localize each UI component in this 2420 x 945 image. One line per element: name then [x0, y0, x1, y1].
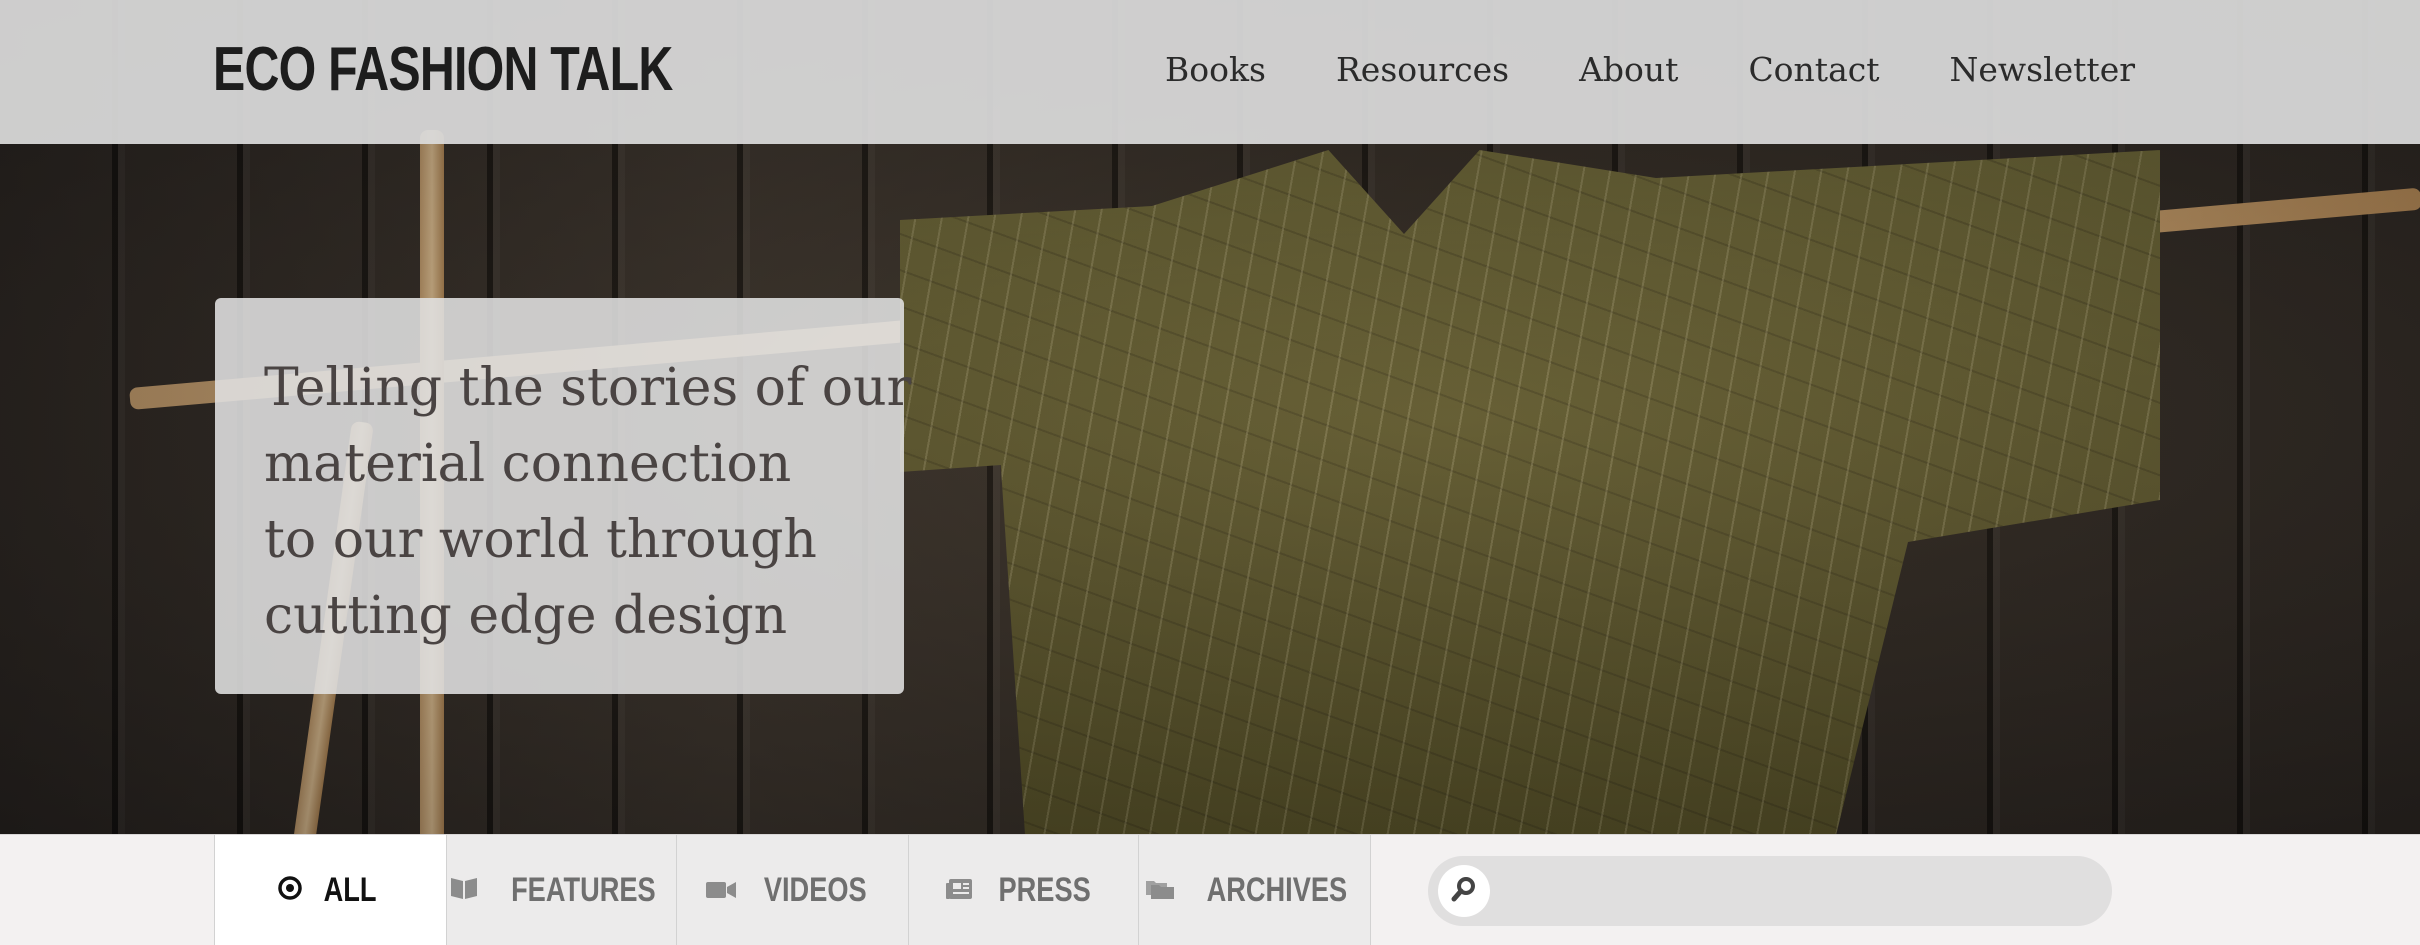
- hero-tagline: Telling the stories of our material conn…: [264, 350, 911, 654]
- nav-link-newsletter[interactable]: Newsletter: [1950, 50, 2136, 89]
- book-icon: [449, 871, 479, 910]
- search-button[interactable]: [1438, 865, 1490, 917]
- search-bar: [1428, 856, 2112, 926]
- nav-link-books[interactable]: Books: [1165, 50, 1266, 89]
- tab-all[interactable]: ALL: [214, 835, 447, 945]
- tab-features[interactable]: FEATURES: [447, 835, 677, 945]
- tagline-line: Telling the stories of our: [264, 358, 912, 418]
- main-nav: Books Resources About Contact Newsletter: [1165, 50, 2135, 89]
- tagline-line: cutting edge design: [264, 586, 788, 646]
- hero-tagline-box: Telling the stories of our material conn…: [215, 298, 911, 694]
- tab-label: ALL: [324, 870, 377, 909]
- folders-icon: [1145, 871, 1175, 910]
- tagline-line: to our world through: [264, 510, 817, 570]
- site-header: ECO FASHION TALK Books Resources About C…: [0, 0, 2420, 144]
- target-icon: [277, 871, 303, 910]
- search-icon: [1450, 875, 1478, 907]
- tab-press[interactable]: PRESS: [909, 835, 1139, 945]
- search-input[interactable]: [1508, 866, 2092, 918]
- tagline-line: material connection: [264, 434, 792, 494]
- video-camera-icon: [705, 871, 737, 910]
- nav-link-resources[interactable]: Resources: [1336, 50, 1509, 89]
- tab-label: ARCHIVES: [1206, 870, 1347, 909]
- nav-link-about[interactable]: About: [1579, 50, 1678, 89]
- tab-label: PRESS: [998, 870, 1091, 909]
- tab-label: FEATURES: [511, 870, 656, 909]
- tab-videos[interactable]: VIDEOS: [677, 835, 909, 945]
- newspaper-icon: [945, 871, 973, 910]
- site-logo[interactable]: ECO FASHION TALK: [213, 34, 673, 105]
- tab-label: VIDEOS: [764, 870, 867, 909]
- nav-link-contact[interactable]: Contact: [1748, 50, 1879, 89]
- tab-archives[interactable]: ARCHIVES: [1139, 835, 1371, 945]
